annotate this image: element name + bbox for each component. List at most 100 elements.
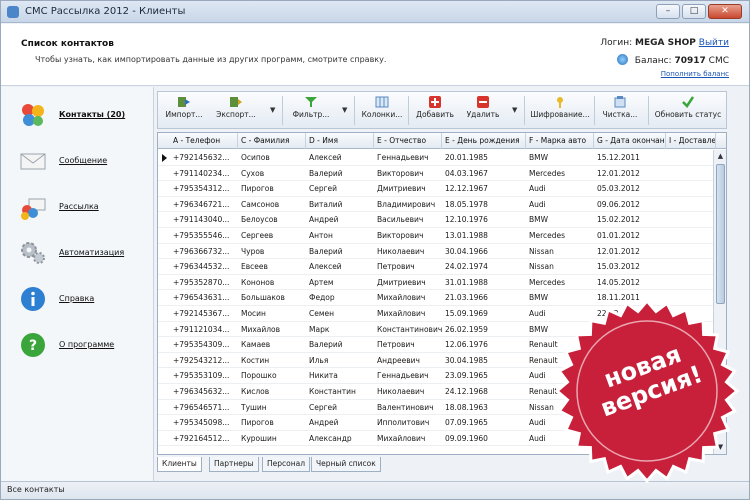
table-cell[interactable]: Владимирович (374, 197, 442, 212)
table-cell[interactable]: +795353109... (170, 368, 238, 383)
table-cell[interactable]: Никита (306, 368, 374, 383)
table-cell[interactable]: Александр (306, 431, 374, 446)
table-cell[interactable]: Викторович (374, 166, 442, 181)
table-cell[interactable]: +796344532... (170, 259, 238, 274)
table-cell[interactable]: 18.05.1978 (442, 197, 526, 212)
table-cell[interactable]: Константин (306, 384, 374, 399)
sidebar-item-automation[interactable]: Автоматизация (19, 237, 149, 271)
column-header[interactable]: D - Имя (306, 133, 374, 149)
table-cell[interactable]: Виталий (306, 197, 374, 212)
table-cell[interactable]: Петрович (374, 337, 442, 352)
table-row[interactable]: +796346721... Самсонов Виталий Владимирович… (158, 197, 713, 213)
table-cell[interactable]: Андрей (306, 415, 374, 430)
table-cell[interactable]: +795355546... (170, 228, 238, 243)
filter-dropdown-icon[interactable]: ▼ (342, 106, 347, 114)
table-cell[interactable]: +791121034... (170, 322, 238, 337)
table-cell[interactable]: Артем (306, 275, 374, 290)
close-button[interactable]: ✕ (708, 4, 742, 19)
clean-button[interactable]: Чистка... (598, 94, 642, 127)
table-cell[interactable]: Николаевич (374, 384, 442, 399)
table-cell[interactable]: Федор (306, 290, 374, 305)
table-row[interactable]: +791140234... Сухов Валерий Викторович 04.03… (158, 166, 713, 182)
table-row[interactable]: +795354312... Пирогов Сергей Дмитриевич 12.1… (158, 181, 713, 197)
scrollbar-thumb[interactable] (716, 164, 725, 304)
table-cell[interactable]: 20.01.1985 (442, 150, 526, 165)
table-cell[interactable]: Чуров (238, 244, 306, 259)
column-header[interactable]: A - Телефон (170, 133, 238, 149)
table-cell[interactable]: Михайлович (374, 306, 442, 321)
table-cell[interactable]: +796366732... (170, 244, 238, 259)
table-cell[interactable]: Валерий (306, 337, 374, 352)
table-cell[interactable]: Михайлов (238, 322, 306, 337)
tab-staff[interactable]: Персонал (262, 457, 311, 472)
table-cell[interactable]: Васильевич (374, 212, 442, 227)
table-cell[interactable]: Mercedes (526, 228, 594, 243)
table-cell[interactable]: Audi (526, 197, 594, 212)
table-cell[interactable]: 14.05.2012 (594, 275, 666, 290)
table-cell[interactable]: Викторович (374, 228, 442, 243)
filter-button[interactable]: Фильтр... (286, 94, 336, 127)
table-cell[interactable]: Мосин (238, 306, 306, 321)
table-cell[interactable]: Кислов (238, 384, 306, 399)
tab-clients[interactable]: Клиенты (157, 457, 202, 472)
export-button[interactable]: Экспорт... (212, 94, 260, 127)
table-cell[interactable]: 05.03.2012 (594, 181, 666, 196)
topup-link[interactable]: Пополнить баланс (661, 70, 729, 78)
table-cell[interactable]: 09.06.2012 (594, 197, 666, 212)
table-cell[interactable]: Антон (306, 228, 374, 243)
table-cell[interactable]: Ипполитович (374, 415, 442, 430)
table-cell[interactable]: Николаевич (374, 244, 442, 259)
column-header[interactable]: C - Фамилия (238, 133, 306, 149)
table-cell[interactable]: Курошин (238, 431, 306, 446)
table-cell[interactable]: +792543212... (170, 353, 238, 368)
tab-blacklist[interactable]: Черный список (311, 457, 381, 472)
table-cell[interactable]: Mercedes (526, 166, 594, 181)
maximize-button[interactable]: □ (682, 4, 706, 19)
encrypt-button[interactable]: Шифрование... (528, 94, 592, 127)
table-cell[interactable]: 12.12.1967 (442, 181, 526, 196)
title-bar[interactable]: СМС Рассылка 2012 - Клиенты – □ ✕ (1, 1, 749, 23)
column-header[interactable]: E - Отчество (374, 133, 442, 149)
table-cell[interactable]: Пирогов (238, 415, 306, 430)
table-row[interactable]: +792145632... Осипов Алексей Геннадьевич 20.… (158, 150, 713, 166)
minimize-button[interactable]: – (656, 4, 680, 19)
table-cell[interactable]: Андреевич (374, 353, 442, 368)
table-cell[interactable]: +795345098... (170, 415, 238, 430)
table-cell[interactable]: 31.01.1988 (442, 275, 526, 290)
table-cell[interactable]: Андрей (306, 212, 374, 227)
table-cell[interactable]: Алексей (306, 259, 374, 274)
table-cell[interactable]: +791140234... (170, 166, 238, 181)
table-cell[interactable]: Марк (306, 322, 374, 337)
delete-button[interactable]: Удалить (462, 94, 504, 127)
table-cell[interactable]: 09.09.1960 (442, 431, 526, 446)
columns-button[interactable]: Колонки... (358, 94, 406, 127)
table-cell[interactable]: Пирогов (238, 181, 306, 196)
table-cell[interactable]: Nissan (526, 244, 594, 259)
table-cell[interactable]: Дмитриевич (374, 275, 442, 290)
scroll-up-icon[interactable]: ▲ (715, 151, 726, 162)
table-cell[interactable]: Валерий (306, 166, 374, 181)
refresh-status-button[interactable]: Обновить статус (652, 94, 724, 127)
sidebar-item-help[interactable]: Справка (19, 283, 149, 317)
table-cell[interactable]: Евсеев (238, 259, 306, 274)
table-cell[interactable]: 12.10.1976 (442, 212, 526, 227)
table-cell[interactable]: Audi (526, 181, 594, 196)
table-cell[interactable]: Константинович (374, 322, 442, 337)
table-cell[interactable]: Валерий (306, 244, 374, 259)
export-dropdown-icon[interactable]: ▼ (270, 106, 275, 114)
table-cell[interactable]: +796546571... (170, 400, 238, 415)
import-button[interactable]: Импорт... (162, 94, 206, 127)
tab-partners[interactable]: Партнеры (209, 457, 259, 472)
table-row[interactable]: +795355546... Сергеев Антон Викторович 13.01… (158, 228, 713, 244)
table-cell[interactable]: 12.01.2012 (594, 166, 666, 181)
table-cell[interactable]: Сергей (306, 400, 374, 415)
table-cell[interactable]: +795354312... (170, 181, 238, 196)
table-cell[interactable]: BMW (526, 212, 594, 227)
table-cell[interactable]: Большаков (238, 290, 306, 305)
table-cell[interactable]: 15.03.2012 (594, 259, 666, 274)
table-cell[interactable]: Алексей (306, 150, 374, 165)
table-cell[interactable]: 01.01.2012 (594, 228, 666, 243)
sidebar-item-contacts[interactable]: Контакты (20) (19, 99, 149, 133)
table-cell[interactable]: 26.02.1959 (442, 322, 526, 337)
table-cell[interactable]: +791143040... (170, 212, 238, 227)
